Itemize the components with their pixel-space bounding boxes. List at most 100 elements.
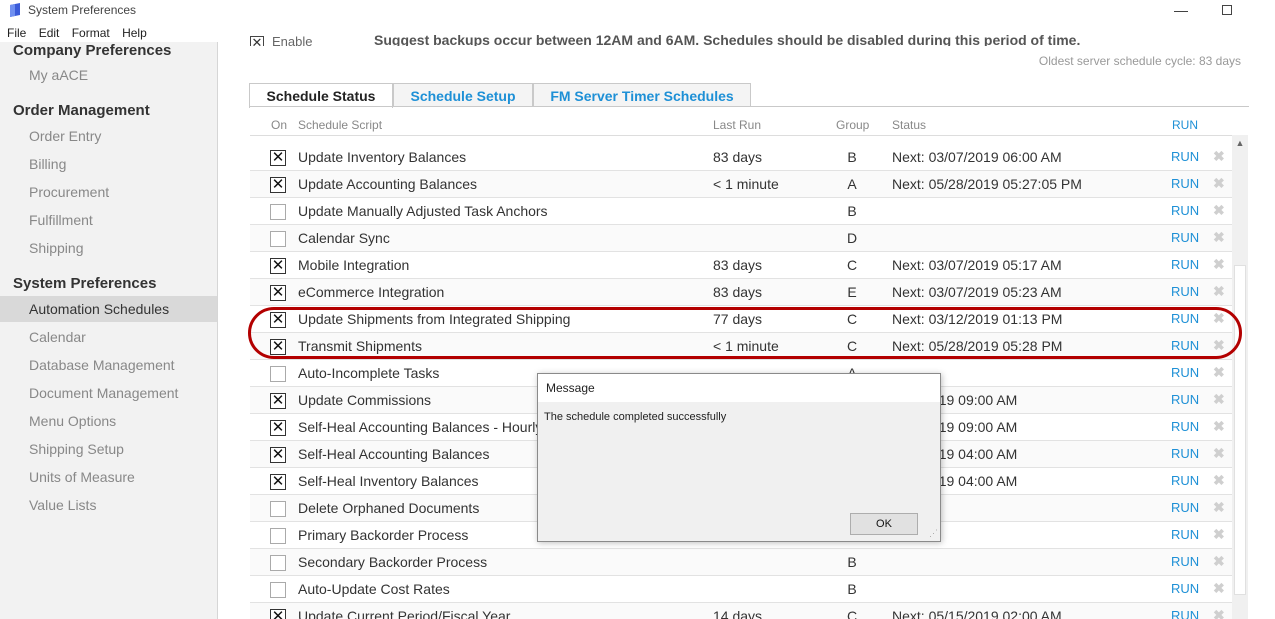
enabled-checkbox[interactable] xyxy=(270,528,286,544)
last-run-value: 83 days xyxy=(713,149,763,165)
sidebar-item-automation-schedules[interactable]: Automation Schedules xyxy=(0,296,217,322)
sidebar-item-units-of-measure[interactable]: Units of Measure xyxy=(0,464,217,490)
table-row[interactable]: Auto-Update Cost Rates B RUN ✖ xyxy=(250,576,1232,603)
enabled-checkbox[interactable]: ✕ xyxy=(270,393,286,409)
delete-icon[interactable]: ✖ xyxy=(1213,310,1225,327)
table-row[interactable]: ✕ Mobile Integration 83 days C Next: 03/07/2… xyxy=(250,252,1232,279)
run-button[interactable]: RUN xyxy=(1171,257,1199,272)
table-row[interactable]: ✕ Update Accounting Balances < 1 minute A Ne… xyxy=(250,171,1232,198)
sidebar-item-calendar[interactable]: Calendar xyxy=(0,324,217,350)
tab-schedule-status[interactable]: Schedule Status xyxy=(249,83,393,108)
delete-icon[interactable]: ✖ xyxy=(1213,337,1225,354)
delete-icon[interactable]: ✖ xyxy=(1213,580,1225,597)
resize-grip-icon[interactable]: ⋰ xyxy=(929,528,938,539)
table-row[interactable]: Update Manually Adjusted Task Anchors B RU… xyxy=(250,198,1232,225)
menu-file[interactable]: File xyxy=(7,26,26,40)
scroll-up-arrow-icon[interactable]: ▲ xyxy=(1232,135,1248,151)
run-button[interactable]: RUN xyxy=(1171,608,1199,619)
table-row[interactable]: ✕ Transmit Shipments < 1 minute C Next: 05/2… xyxy=(250,333,1232,360)
run-button[interactable]: RUN xyxy=(1171,311,1199,326)
menu-edit[interactable]: Edit xyxy=(39,26,60,40)
enabled-checkbox[interactable]: ✕ xyxy=(270,285,286,301)
delete-icon[interactable]: ✖ xyxy=(1213,256,1225,273)
run-button[interactable]: RUN xyxy=(1171,338,1199,353)
sidebar-item-menu-options[interactable]: Menu Options xyxy=(0,408,217,434)
enabled-checkbox[interactable] xyxy=(270,582,286,598)
table-row[interactable]: ✕ Update Inventory Balances 83 days B Next: … xyxy=(250,144,1232,171)
enabled-checkbox[interactable]: ✕ xyxy=(270,150,286,166)
run-button[interactable]: RUN xyxy=(1171,230,1199,245)
delete-icon[interactable]: ✖ xyxy=(1213,553,1225,570)
delete-icon[interactable]: ✖ xyxy=(1213,391,1225,408)
delete-icon[interactable]: ✖ xyxy=(1213,499,1225,516)
dialog-message: The schedule completed successfully xyxy=(544,411,727,423)
delete-icon[interactable]: ✖ xyxy=(1213,229,1225,246)
delete-icon[interactable]: ✖ xyxy=(1213,445,1225,462)
enabled-checkbox[interactable]: ✕ xyxy=(270,339,286,355)
sidebar-item-value-lists[interactable]: Value Lists xyxy=(0,492,217,518)
delete-icon[interactable]: ✖ xyxy=(1213,283,1225,300)
run-button[interactable]: RUN xyxy=(1171,527,1199,542)
tab-schedule-setup[interactable]: Schedule Setup xyxy=(393,83,533,107)
scroll-thumb[interactable] xyxy=(1234,265,1246,595)
enable-checkbox[interactable]: ✕ xyxy=(250,36,264,46)
run-button[interactable]: RUN xyxy=(1171,473,1199,488)
status-value: Next: 03/12/2019 01:13 PM xyxy=(892,311,1063,327)
delete-icon[interactable]: ✖ xyxy=(1213,364,1225,381)
minimize-button[interactable]: — xyxy=(1158,0,1204,22)
delete-icon[interactable]: ✖ xyxy=(1213,175,1225,192)
schedule-script-name: Auto-Update Cost Rates xyxy=(298,581,450,597)
sidebar-item-billing[interactable]: Billing xyxy=(0,151,217,177)
enabled-checkbox[interactable]: ✕ xyxy=(270,609,286,619)
delete-icon[interactable]: ✖ xyxy=(1213,607,1225,619)
run-button[interactable]: RUN xyxy=(1171,149,1199,164)
sidebar-item-my-aace[interactable]: My aACE xyxy=(0,62,217,88)
enabled-checkbox[interactable] xyxy=(270,555,286,571)
sidebar-item-procurement[interactable]: Procurement xyxy=(0,179,217,205)
ok-button[interactable]: OK xyxy=(850,513,918,535)
sidebar-item-order-entry[interactable]: Order Entry xyxy=(0,123,217,149)
sidebar-item-document-management[interactable]: Document Management xyxy=(0,380,217,406)
table-row[interactable]: ✕ Update Shipments from Integrated Shippi… xyxy=(250,306,1232,333)
delete-icon[interactable]: ✖ xyxy=(1213,418,1225,435)
menu-format[interactable]: Format xyxy=(72,26,110,40)
schedule-script-name: Self-Heal Accounting Balances - Hourly xyxy=(298,419,543,435)
enabled-checkbox[interactable]: ✕ xyxy=(270,312,286,328)
run-button[interactable]: RUN xyxy=(1171,446,1199,461)
menu-bar: File Edit Format Help xyxy=(0,26,149,42)
enabled-checkbox[interactable] xyxy=(270,204,286,220)
sidebar-item-shipping[interactable]: Shipping xyxy=(0,235,217,261)
enabled-checkbox[interactable] xyxy=(270,501,286,517)
tab-fm-server-timer-schedules[interactable]: FM Server Timer Schedules xyxy=(533,83,751,107)
enabled-checkbox[interactable]: ✕ xyxy=(270,447,286,463)
run-button[interactable]: RUN xyxy=(1171,176,1199,191)
run-button[interactable]: RUN xyxy=(1171,392,1199,407)
enabled-checkbox[interactable] xyxy=(270,231,286,247)
delete-icon[interactable]: ✖ xyxy=(1213,148,1225,165)
delete-icon[interactable]: ✖ xyxy=(1213,472,1225,489)
table-row[interactable]: Calendar Sync D RUN ✖ xyxy=(250,225,1232,252)
table-row[interactable]: ✕ eCommerce Integration 83 days E Next: 03/0… xyxy=(250,279,1232,306)
enabled-checkbox[interactable]: ✕ xyxy=(270,474,286,490)
enabled-checkbox[interactable] xyxy=(270,366,286,382)
menu-help[interactable]: Help xyxy=(122,26,147,40)
table-scrollbar[interactable]: ▲ xyxy=(1232,135,1248,619)
run-button[interactable]: RUN xyxy=(1171,581,1199,596)
enabled-checkbox[interactable]: ✕ xyxy=(270,420,286,436)
run-button[interactable]: RUN xyxy=(1171,365,1199,380)
maximize-button[interactable] xyxy=(1204,0,1250,22)
table-row[interactable]: Secondary Backorder Process B RUN ✖ xyxy=(250,549,1232,576)
run-button[interactable]: RUN xyxy=(1171,203,1199,218)
run-button[interactable]: RUN xyxy=(1171,419,1199,434)
run-button[interactable]: RUN xyxy=(1171,284,1199,299)
delete-icon[interactable]: ✖ xyxy=(1213,202,1225,219)
table-row[interactable]: ✕ Update Current Period/Fiscal Year 14 day… xyxy=(250,603,1232,619)
delete-icon[interactable]: ✖ xyxy=(1213,526,1225,543)
enabled-checkbox[interactable]: ✕ xyxy=(270,177,286,193)
enabled-checkbox[interactable]: ✕ xyxy=(270,258,286,274)
sidebar-item-database-management[interactable]: Database Management xyxy=(0,352,217,378)
sidebar-item-fulfillment[interactable]: Fulfillment xyxy=(0,207,217,233)
run-button[interactable]: RUN xyxy=(1171,554,1199,569)
sidebar-item-shipping-setup[interactable]: Shipping Setup xyxy=(0,436,217,462)
run-button[interactable]: RUN xyxy=(1171,500,1199,515)
